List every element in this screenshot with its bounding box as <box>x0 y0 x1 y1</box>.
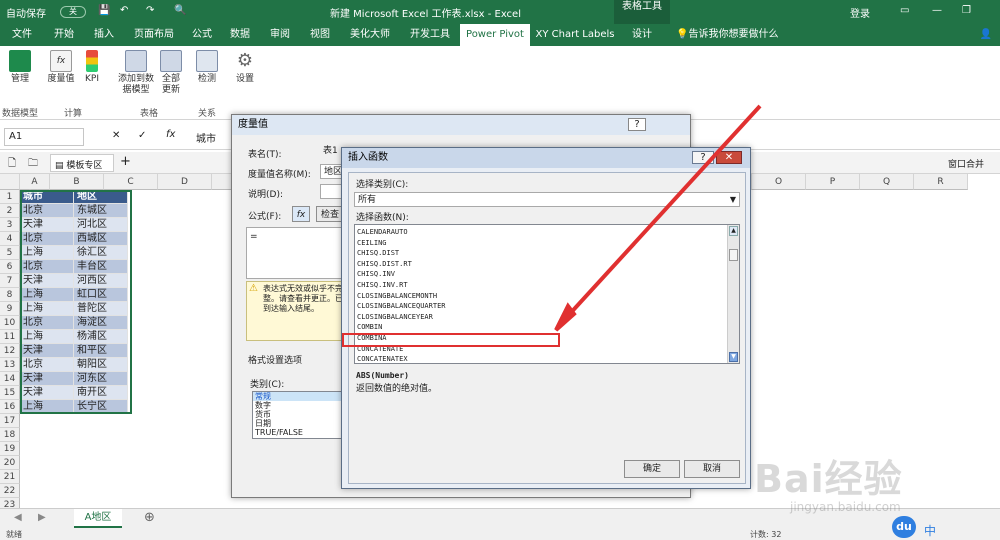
watermark-url: jingyan.baidu.com <box>790 500 901 514</box>
watermark-brand: Bai经验 <box>754 457 903 501</box>
baidu-logo: du <box>892 516 916 538</box>
ime-indicator[interactable]: 中 <box>924 522 936 539</box>
